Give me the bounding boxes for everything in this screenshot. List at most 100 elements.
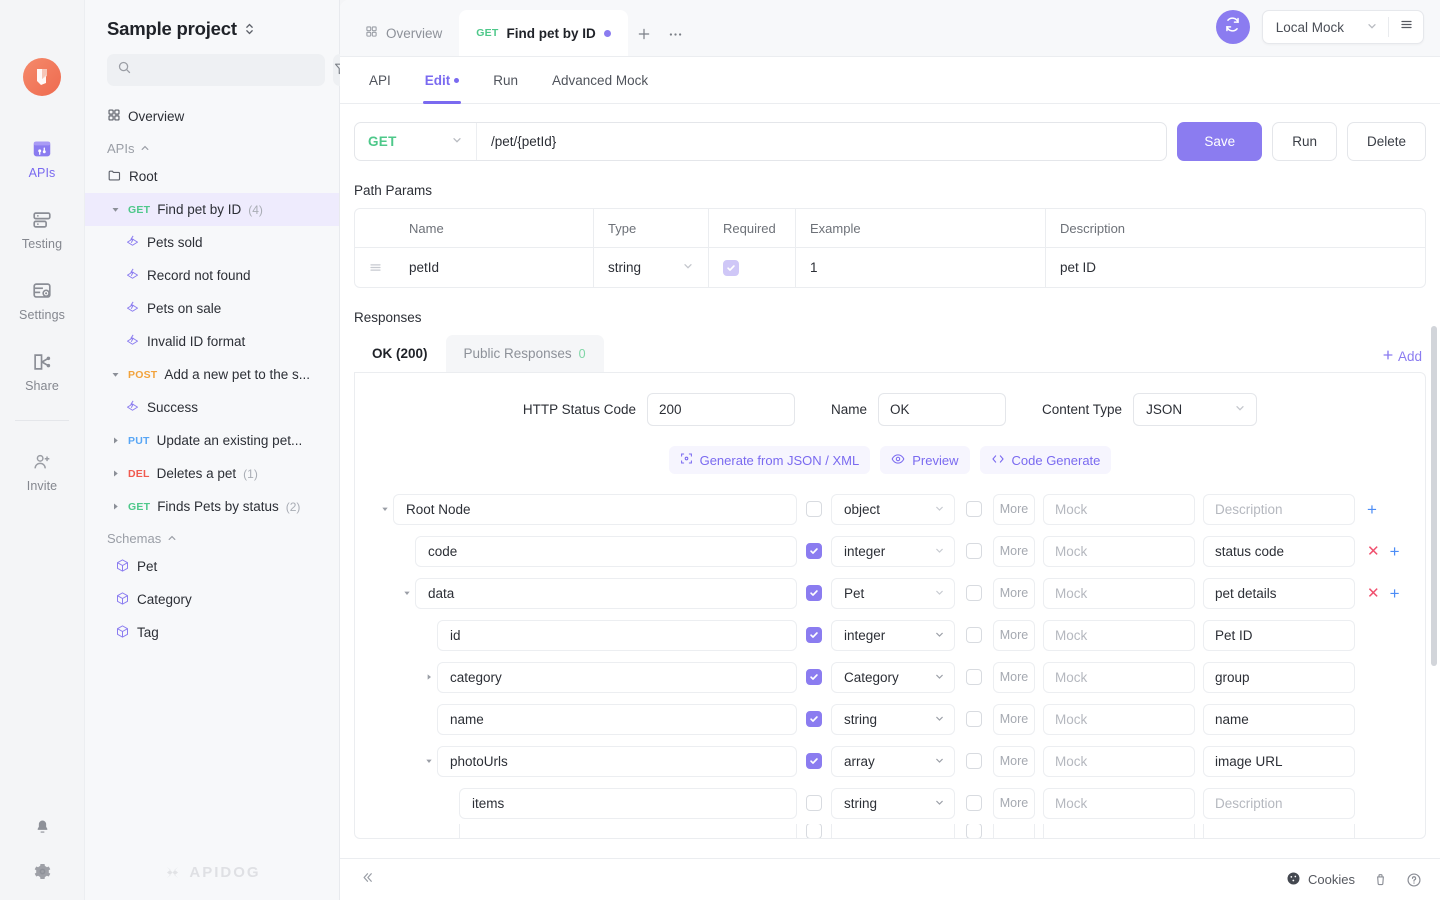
secondary-checkbox[interactable] (966, 795, 982, 811)
schema-description-field[interactable]: pet details (1203, 577, 1355, 609)
help-icon[interactable] (1406, 872, 1422, 888)
run-button[interactable]: Run (1272, 122, 1337, 161)
caret-right-icon[interactable] (109, 436, 121, 445)
add-response-button[interactable]: Add (1382, 349, 1422, 364)
cell-description[interactable]: pet ID (1046, 248, 1425, 287)
cell-example[interactable]: 1 (796, 248, 1046, 287)
schema-mock-field[interactable]: Mock (1043, 535, 1195, 567)
add-field-icon[interactable]: + (1367, 501, 1377, 518)
subtab-api[interactable]: API (354, 57, 406, 104)
schema-field-name[interactable]: Root Node (393, 493, 797, 525)
save-button[interactable]: Save (1177, 122, 1263, 161)
preview-button[interactable]: Preview (880, 446, 970, 474)
caret-right-icon[interactable] (109, 469, 121, 478)
schema-description-field[interactable]: Description (1203, 787, 1355, 819)
schema-more-button[interactable]: More (993, 619, 1035, 651)
schema-more-button[interactable] (993, 824, 1035, 838)
search-input[interactable] (139, 62, 315, 78)
schema-type-dropdown[interactable]: Pet (831, 577, 955, 609)
bell-icon[interactable] (31, 816, 53, 838)
delete-button[interactable]: Delete (1346, 122, 1426, 161)
schema-more-button[interactable]: More (993, 703, 1035, 735)
schema-field-name[interactable]: items (459, 787, 797, 819)
vertical-scrollbar[interactable] (1431, 326, 1437, 666)
subtab-advanced-mock[interactable]: Advanced Mock (537, 57, 663, 104)
schema-description-field[interactable]: status code (1203, 535, 1355, 567)
required-checkbox[interactable] (723, 259, 739, 276)
sidebar-item-root-folder[interactable]: Root (85, 160, 339, 193)
schema-type-dropdown[interactable]: Category (831, 661, 955, 693)
rail-item-share[interactable]: Share (7, 343, 77, 399)
caret-down-icon[interactable] (421, 757, 437, 765)
caret-down-icon[interactable] (399, 589, 415, 597)
sidebar-schema-category[interactable]: Category (85, 583, 339, 616)
sidebar-item-update-existing-pet[interactable]: PUT Update an existing pet... (85, 424, 339, 457)
sidebar-item-deletes-a-pet[interactable]: DEL Deletes a pet (1) (85, 457, 339, 490)
schema-description-field[interactable]: Description (1203, 493, 1355, 525)
schema-more-button[interactable]: More (993, 577, 1035, 609)
required-checkbox[interactable] (806, 795, 822, 811)
caret-down-icon[interactable] (377, 505, 393, 513)
required-checkbox[interactable] (806, 753, 822, 769)
required-checkbox[interactable] (806, 669, 822, 685)
schema-type-dropdown[interactable]: integer (831, 535, 955, 567)
schema-description-field[interactable]: image URL (1203, 745, 1355, 777)
sidebar-item-success[interactable]: Success (85, 391, 339, 424)
response-tab-public-responses[interactable]: Public Responses 0 (445, 335, 604, 372)
schema-field-name[interactable]: category (437, 661, 797, 693)
schema-mock-field[interactable]: Mock (1043, 577, 1195, 609)
remove-field-icon[interactable]: ✕ (1367, 544, 1380, 559)
sidebar-item-overview[interactable]: Overview (85, 100, 339, 133)
schema-mock-field[interactable]: Mock (1043, 661, 1195, 693)
schema-mock-field[interactable]: Mock (1043, 745, 1195, 777)
schema-field-name[interactable]: id (437, 619, 797, 651)
caret-right-icon[interactable] (421, 673, 437, 681)
schema-more-button[interactable]: More (993, 535, 1035, 567)
schema-mock-field[interactable]: Mock (1043, 787, 1195, 819)
tab-find-pet-by-id[interactable]: GET Find pet by ID (459, 10, 628, 56)
tab-more-button[interactable] (660, 12, 692, 56)
schema-more-button[interactable]: More (993, 493, 1035, 525)
required-checkbox[interactable] (806, 711, 822, 727)
required-checkbox[interactable] (806, 501, 822, 517)
generate-from-json-xml-button[interactable]: Generate from JSON / XML (668, 446, 871, 474)
schema-field-name[interactable]: code (415, 535, 797, 567)
schema-field-name[interactable]: name (437, 703, 797, 735)
sync-button[interactable] (1215, 10, 1250, 44)
schema-type-dropdown[interactable]: array (831, 745, 955, 777)
remove-field-icon[interactable]: ✕ (1367, 586, 1380, 601)
method-dropdown[interactable]: GET (355, 123, 477, 160)
chevron-updown-icon[interactable] (244, 21, 255, 37)
required-checkbox[interactable] (806, 585, 822, 601)
caret-right-icon[interactable] (109, 502, 121, 511)
cell-type[interactable]: string (594, 248, 709, 287)
schema-field-name[interactable]: data (415, 577, 797, 609)
subtab-run[interactable]: Run (478, 57, 533, 104)
schema-description-field[interactable]: Pet ID (1203, 619, 1355, 651)
schema-more-button[interactable]: More (993, 745, 1035, 777)
schema-more-button[interactable]: More (993, 787, 1035, 819)
sidebar-item-pets-on-sale[interactable]: Pets on sale (85, 292, 339, 325)
schema-type-dropdown[interactable]: object (831, 493, 955, 525)
project-header[interactable]: Sample project (85, 0, 339, 54)
url-input[interactable] (477, 134, 1167, 149)
subtab-edit[interactable]: Edit (410, 57, 475, 104)
status-code-input[interactable] (646, 393, 795, 426)
schema-type-dropdown[interactable]: string (831, 787, 955, 819)
schema-mock-field[interactable] (1043, 824, 1195, 838)
search-box[interactable] (107, 54, 325, 86)
response-name-input[interactable] (878, 393, 1006, 426)
required-checkbox[interactable] (806, 543, 822, 559)
rail-item-settings[interactable]: Settings (7, 272, 77, 328)
sidebar-item-add-new-pet[interactable]: POST Add a new pet to the s... (85, 358, 339, 391)
caret-down-icon[interactable] (109, 370, 121, 379)
response-tab-ok-200[interactable]: OK (200) (354, 335, 446, 372)
add-field-icon[interactable]: + (1390, 543, 1400, 560)
new-tab-button[interactable] (628, 12, 660, 56)
code-generate-button[interactable]: Code Generate (979, 446, 1112, 474)
cell-name[interactable]: petId (395, 248, 594, 287)
drag-handle-icon[interactable] (355, 260, 395, 275)
schema-field-name[interactable] (459, 824, 797, 838)
schema-type-dropdown[interactable]: integer (831, 619, 955, 651)
sidebar-item-pets-sold[interactable]: Pets sold (85, 226, 339, 259)
